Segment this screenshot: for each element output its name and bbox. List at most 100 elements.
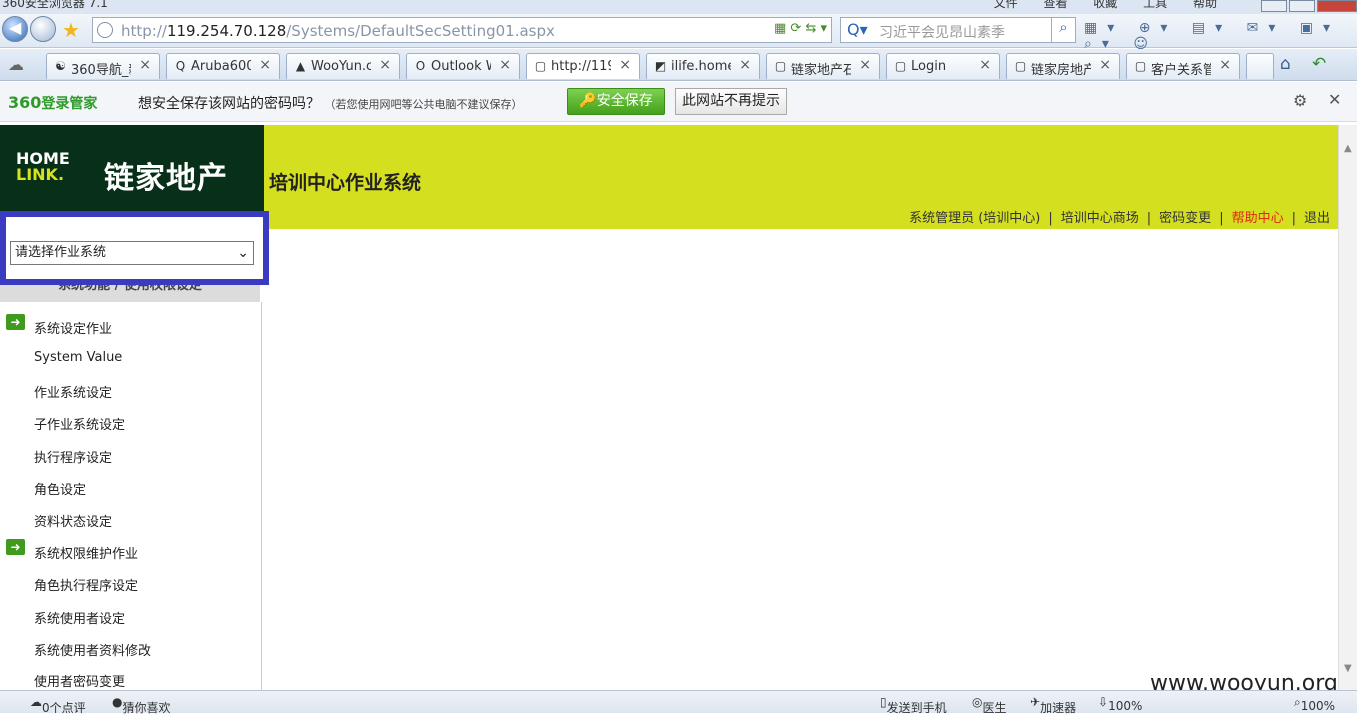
login-manager-brand: 360登录管家 xyxy=(8,93,98,112)
tab-icon: ▢ xyxy=(1134,59,1147,73)
forward-button[interactable] xyxy=(30,16,56,42)
tab-login[interactable]: ▢ Login × xyxy=(886,53,1000,79)
undo-icon[interactable]: ↶ xyxy=(1312,54,1326,74)
close-tab-icon[interactable]: × xyxy=(1219,57,1231,73)
page-icon xyxy=(97,22,113,38)
close-tab-icon[interactable]: × xyxy=(379,57,391,73)
sidebar-menu: ➜ 系统设定作业 System Value 作业系统设定 子作业系统设定 执行程… xyxy=(0,302,262,690)
tab-aruba[interactable]: Q Aruba600 × xyxy=(166,53,280,79)
gear-icon[interactable]: ⚙ xyxy=(1293,91,1307,110)
accelerator-tool[interactable]: ✈ 加速器 xyxy=(1030,695,1076,715)
change-password-link[interactable]: 密码变更 xyxy=(1159,211,1211,226)
safe-save-button[interactable]: 🔑安全保存 xyxy=(567,88,665,115)
tab-outlook[interactable]: O Outlook W × xyxy=(406,53,520,79)
menu-item-users[interactable]: 系统使用者设定 xyxy=(34,608,125,627)
page-content: HOME LINK. 链家地产 培训中心作业系统 系统管理员 (培训中心) | 培训中… xyxy=(0,123,1357,690)
vertical-scrollbar[interactable]: ▲ ▼ xyxy=(1338,125,1357,690)
close-tab-icon[interactable]: × xyxy=(619,57,631,73)
menu-item-role[interactable]: 角色设定 xyxy=(34,479,86,498)
menu-file[interactable]: 文件 xyxy=(994,0,1018,10)
scroll-down-icon[interactable]: ▼ xyxy=(1344,663,1352,674)
back-arrow-icon: ◀ xyxy=(9,18,22,37)
save-password-question: 想安全保存该网站的密码吗？ （若您使用网吧等公共电脑不建议保存） xyxy=(138,96,523,112)
password-save-bar: 360登录管家 想安全保存该网站的密码吗？ （若您使用网吧等公共电脑不建议保存）… xyxy=(0,82,1357,122)
tab-360[interactable]: ☯ 360导航_新 × xyxy=(46,53,160,79)
comments-status[interactable]: ☁ 0个点评 xyxy=(30,695,86,715)
menu-item-user-password[interactable]: 使用者密码变更 xyxy=(34,671,125,690)
close-tab-icon[interactable]: × xyxy=(739,57,751,73)
close-tab-icon[interactable]: × xyxy=(1099,57,1111,73)
status-bar: ☁ 0个点评 ● 猜你喜欢 ▯ 发送到手机 ◎ 医生 ✈ 加速器 ⇩ 100% … xyxy=(0,690,1357,715)
doctor-tool[interactable]: ◎ 医生 xyxy=(972,695,1007,715)
mall-link[interactable]: 培训中心商场 xyxy=(1061,211,1139,226)
address-bar[interactable]: http://119.254.70.128/Systems/DefaultSec… xyxy=(92,17,832,43)
close-tab-icon[interactable]: × xyxy=(139,57,151,73)
site-header: 培训中心作业系统 系统管理员 (培训中心) | 培训中心商场 | 密码变更 | 帮助中心 | 退… xyxy=(264,125,1338,229)
minimize-button[interactable] xyxy=(1261,0,1287,12)
scroll-up-icon[interactable]: ▲ xyxy=(1344,143,1352,154)
tab-label: ilife.home xyxy=(671,59,731,74)
system-select[interactable]: 请选择作业系统 ⌄ xyxy=(10,241,254,265)
window-controls xyxy=(1259,0,1357,14)
menu-item-program[interactable]: 执行程序设定 xyxy=(34,447,112,466)
logout-link[interactable]: 退出 xyxy=(1304,211,1330,226)
home-icon[interactable]: ⌂ xyxy=(1280,54,1291,74)
search-icon[interactable]: ⌕ xyxy=(1051,18,1075,42)
tab-bar: ☁ ☯ 360导航_新 × Q Aruba600 × ▲ WooYun.c × O Outlo… xyxy=(0,49,1357,81)
tab-lianjia[interactable]: ▢ 链家地产石 × xyxy=(766,53,880,79)
download-status[interactable]: ⇩ 100% xyxy=(1098,695,1142,713)
never-prompt-button[interactable]: 此网站不再提示 xyxy=(675,88,787,115)
tab-current[interactable]: ▢ http://119 × xyxy=(526,53,640,79)
homelink-logo: HOME LINK. xyxy=(16,149,70,184)
close-icon[interactable]: ✕ xyxy=(1328,90,1341,109)
search-engine-icon[interactable]: Q▾ xyxy=(847,20,868,39)
logo-chinese: 链家地产 xyxy=(104,161,228,196)
user-link[interactable]: 系统管理员 (培训中心) xyxy=(909,211,1040,226)
search-box[interactable]: Q▾ 习近平会见昂山素季 ⌕ xyxy=(840,17,1076,43)
cloud-icon[interactable]: ☁ xyxy=(8,55,24,74)
url-text[interactable]: http://119.254.70.128/Systems/DefaultSec… xyxy=(121,22,555,40)
menu-item-sub-job-system[interactable]: 子作业系统设定 xyxy=(34,414,125,433)
tab-crm[interactable]: ▢ 客户关系管 × xyxy=(1126,53,1240,79)
new-tab-button[interactable] xyxy=(1246,53,1274,79)
site-logo: HOME LINK. 链家地产 xyxy=(0,125,264,219)
menu-item-system-value[interactable]: System Value xyxy=(34,350,122,365)
zoom-level[interactable]: ⌕ 100% xyxy=(1294,695,1335,713)
menu-help[interactable]: 帮助 xyxy=(1193,0,1217,10)
tab-wooyun[interactable]: ▲ WooYun.c × xyxy=(286,53,400,79)
menu-tools[interactable]: 工具 xyxy=(1143,0,1167,10)
guess-you-like[interactable]: ● 猜你喜欢 xyxy=(112,695,171,715)
menu-view[interactable]: 查看 xyxy=(1043,0,1067,10)
help-center-link[interactable]: 帮助中心 xyxy=(1232,211,1284,226)
menu-group-permissions[interactable]: 系统权限维护作业 xyxy=(34,543,138,562)
tab-label: Outlook W xyxy=(431,59,491,74)
back-button[interactable]: ◀ xyxy=(2,16,28,42)
close-window-button[interactable] xyxy=(1317,0,1357,12)
address-tools-icon[interactable]: ▦ ⟳ ⇆ ▾ xyxy=(774,21,827,36)
tab-icon: ☯ xyxy=(55,59,66,73)
tab-label: WooYun.c xyxy=(311,59,371,74)
chevron-down-icon: ⌄ xyxy=(237,245,249,261)
close-tab-icon[interactable]: × xyxy=(859,57,871,73)
tab-label: http://119 xyxy=(551,59,611,74)
close-tab-icon[interactable]: × xyxy=(499,57,511,73)
menu-group-system-settings[interactable]: 系统设定作业 xyxy=(34,318,112,337)
window-title-bar: 360安全浏览器 7.1 文件 查看 收藏 工具 帮助 xyxy=(0,0,1357,14)
toolbar-icons[interactable]: ▦▾ ⊕▾ ▤▾ ✉▾ ▣▾ ⌕▾ ☺ xyxy=(1084,20,1357,52)
menu-item-user-data[interactable]: 系统使用者资料修改 xyxy=(34,640,151,659)
close-tab-icon[interactable]: × xyxy=(979,57,991,73)
function-header: 系统功能 / 使用权限设定 xyxy=(0,282,260,302)
search-input[interactable]: 习近平会见昂山素季 xyxy=(879,22,1005,42)
favorite-star-icon[interactable]: ★ xyxy=(62,18,80,42)
menu-item-data-status[interactable]: 资料状态设定 xyxy=(34,511,112,530)
arrow-right-icon: ➜ xyxy=(6,539,25,555)
tab-icon: ▢ xyxy=(534,59,547,73)
tab-ilife[interactable]: ◩ ilife.home × xyxy=(646,53,760,79)
menu-item-role-program[interactable]: 角色执行程序设定 xyxy=(34,575,138,594)
menu-item-job-system[interactable]: 作业系统设定 xyxy=(34,382,112,401)
maximize-button[interactable] xyxy=(1289,0,1315,12)
close-tab-icon[interactable]: × xyxy=(259,57,271,73)
menu-favorites[interactable]: 收藏 xyxy=(1093,0,1117,10)
tab-lianjia-fang[interactable]: ▢ 链家房地产 × xyxy=(1006,53,1120,79)
send-to-phone[interactable]: ▯ 发送到手机 xyxy=(880,695,947,715)
